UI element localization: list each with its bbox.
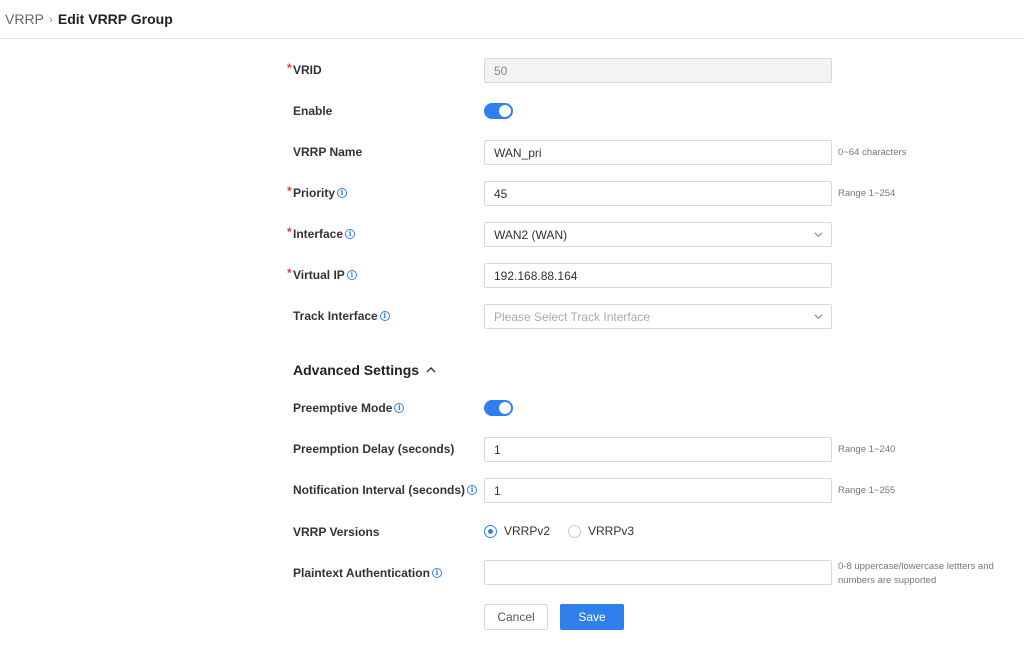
info-icon[interactable]: i [337, 188, 348, 198]
priority-label: * Priority i [287, 184, 348, 201]
vrid-label: * VRID [287, 61, 322, 77]
preemption-delay-input[interactable]: 1 [484, 437, 832, 462]
toggle-knob [499, 402, 511, 414]
notification-interval-label: Notification Interval (seconds) i [293, 482, 478, 498]
breadcrumb: VRRP › Edit VRRP Group [5, 11, 173, 27]
vrid-input[interactable]: 50 [484, 58, 832, 83]
preemptive-mode-label: Preemptive Mode i [293, 400, 405, 416]
track-interface-select[interactable]: Please Select Track Interface [484, 304, 832, 329]
chevron-down-icon [814, 314, 823, 320]
chevron-down-icon [814, 232, 823, 238]
priority-hint: Range 1~254 [838, 188, 896, 199]
top-bar: VRRP › Edit VRRP Group [0, 0, 1024, 39]
vrrp-name-input[interactable]: WAN_pri [484, 140, 832, 165]
vrrp-name-hint: 0~64 characters [838, 147, 907, 158]
page-title: Edit VRRP Group [57, 11, 173, 27]
vrrp-versions-label: VRRP Versions [293, 525, 380, 539]
breadcrumb-parent[interactable]: VRRP [5, 11, 44, 27]
enable-label: Enable [293, 104, 333, 118]
preemption-delay-hint: Range 1~240 [838, 444, 896, 455]
preemption-delay-label: Preemption Delay (seconds) [293, 442, 455, 456]
plaintext-auth-hint: 0-8 uppercase/lowercase lettters and num… [838, 561, 994, 586]
info-icon[interactable]: i [431, 568, 442, 578]
required-mark: * [287, 225, 292, 239]
chevron-up-icon [426, 367, 436, 373]
virtual-ip-label: * Virtual IP i [287, 266, 357, 283]
enable-toggle[interactable] [484, 103, 513, 119]
required-mark: * [287, 184, 292, 198]
plaintext-auth-input[interactable] [484, 560, 832, 585]
plaintext-auth-label: Plaintext Authentication i [293, 565, 442, 581]
radio-vrrpv2[interactable]: VRRPv2 [484, 524, 550, 538]
info-icon[interactable]: i [346, 270, 357, 280]
preemptive-mode-toggle[interactable] [484, 400, 513, 416]
radio-checked-icon [484, 524, 497, 538]
radio-vrrpv3[interactable]: VRRPv3 [568, 524, 634, 538]
info-icon[interactable]: i [394, 403, 405, 413]
save-button[interactable]: Save [560, 604, 624, 630]
interface-select[interactable]: WAN2 (WAN) [484, 222, 832, 247]
radio-unchecked-icon [568, 524, 582, 538]
required-mark: * [287, 61, 292, 75]
info-icon[interactable]: i [379, 311, 390, 321]
notification-interval-input[interactable]: 1 [484, 478, 832, 503]
vrrp-name-label: VRRP Name [293, 145, 363, 159]
priority-input[interactable]: 45 [484, 181, 832, 206]
interface-label: * Interface i [287, 225, 356, 242]
vrrp-versions-radio-group: VRRPv2 VRRPv3 [484, 524, 652, 538]
required-mark: * [287, 266, 292, 280]
virtual-ip-input[interactable]: 192.168.88.164 [484, 263, 832, 288]
breadcrumb-chevron-icon: › [48, 12, 53, 26]
notification-interval-hint: Range 1~255 [838, 485, 896, 496]
advanced-settings-toggle[interactable]: Advanced Settings [293, 362, 436, 378]
info-icon[interactable]: i [345, 229, 356, 239]
track-interface-label: Track Interface i [293, 308, 390, 324]
cancel-button[interactable]: Cancel [484, 604, 548, 630]
toggle-knob [499, 105, 511, 117]
info-icon[interactable]: i [467, 485, 478, 495]
